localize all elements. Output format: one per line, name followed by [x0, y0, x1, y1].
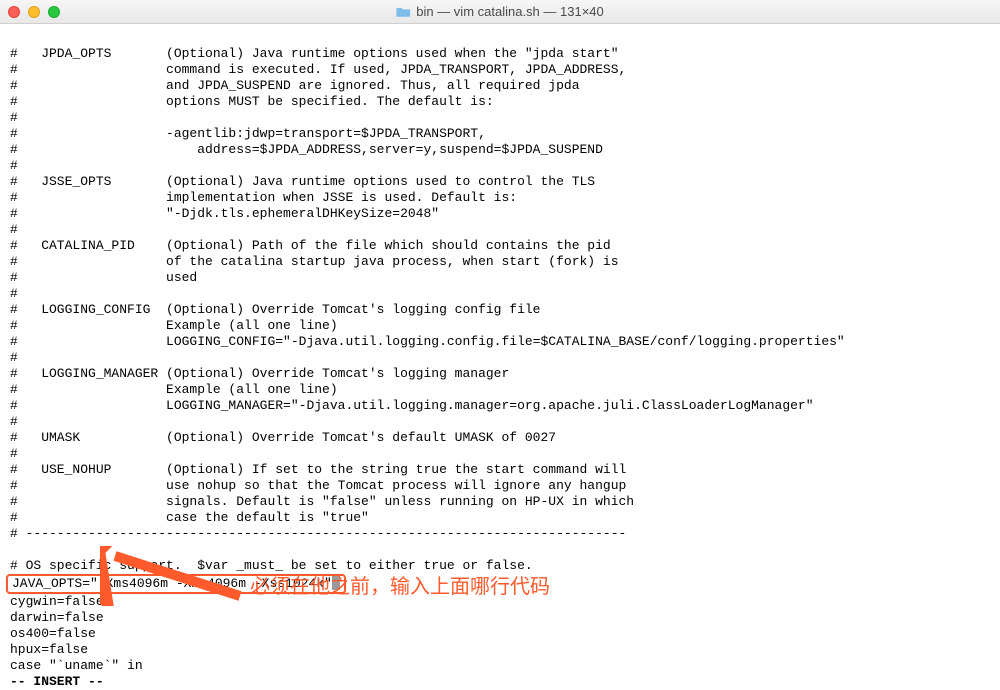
- zoom-icon[interactable]: [48, 6, 60, 18]
- code-line: # JSSE_OPTS (Optional) Java runtime opti…: [10, 174, 595, 189]
- code-line: cygwin=false: [10, 594, 104, 609]
- code-line: # LOGGING_CONFIG (Optional) Override Tom…: [10, 302, 541, 317]
- code-line: # --------------------------------------…: [10, 526, 626, 541]
- code-line: os400=false: [10, 626, 96, 641]
- code-line: hpux=false: [10, 642, 88, 657]
- code-line: # of the catalina startup java process, …: [10, 254, 619, 269]
- code-line: # LOGGING_MANAGER (Optional) Override To…: [10, 366, 509, 381]
- code-line: # -agentlib:jdwp=transport=$JPDA_TRANSPO…: [10, 126, 486, 141]
- code-line: # command is executed. If used, JPDA_TRA…: [10, 62, 626, 77]
- code-line: #: [10, 222, 18, 237]
- folder-icon: [396, 6, 410, 17]
- code-line: # Example (all one line): [10, 382, 338, 397]
- code-line: # USE_NOHUP (Optional) If set to the str…: [10, 462, 626, 477]
- code-line: darwin=false: [10, 610, 104, 625]
- code-line: # and JPDA_SUSPEND are ignored. Thus, al…: [10, 78, 580, 93]
- traffic-lights: [8, 6, 60, 18]
- code-line: #: [10, 414, 18, 429]
- code-line: # JPDA_OPTS (Optional) Java runtime opti…: [10, 46, 619, 61]
- code-line: # case the default is "true": [10, 510, 369, 525]
- window-title-text: bin — vim catalina.sh — 131×40: [416, 4, 604, 19]
- code-line: # CATALINA_PID (Optional) Path of the fi…: [10, 238, 611, 253]
- annotation-text: 必须在他之前，输入上面哪行代码: [250, 570, 550, 599]
- code-line: # "-Djdk.tls.ephemeralDHKeySize=2048": [10, 206, 439, 221]
- code-line: #: [10, 110, 18, 125]
- code-line: # Example (all one line): [10, 318, 338, 333]
- code-line: # address=$JPDA_ADDRESS,server=y,suspend…: [10, 142, 603, 157]
- code-line: # LOGGING_MANAGER="-Djava.util.logging.m…: [10, 398, 814, 413]
- close-icon[interactable]: [8, 6, 20, 18]
- code-line: # use nohup so that the Tomcat process w…: [10, 478, 626, 493]
- code-line: # signals. Default is "false" unless run…: [10, 494, 634, 509]
- code-line: #: [10, 446, 18, 461]
- code-line: #: [10, 158, 18, 173]
- window-title: bin — vim catalina.sh — 131×40: [396, 4, 604, 19]
- code-line: case "`uname`" in: [10, 658, 143, 673]
- code-line: # used: [10, 270, 197, 285]
- code-line: #: [10, 286, 18, 301]
- code-line: # LOGGING_CONFIG="-Djava.util.logging.co…: [10, 334, 845, 349]
- minimize-icon[interactable]: [28, 6, 40, 18]
- vim-mode-indicator: -- INSERT --: [10, 674, 104, 689]
- code-line: # implementation when JSSE is used. Defa…: [10, 190, 517, 205]
- code-line: #: [10, 350, 18, 365]
- code-line: # options MUST be specified. The default…: [10, 94, 494, 109]
- window-titlebar: bin — vim catalina.sh — 131×40: [0, 0, 1000, 24]
- code-line: # UMASK (Optional) Override Tomcat's def…: [10, 430, 556, 445]
